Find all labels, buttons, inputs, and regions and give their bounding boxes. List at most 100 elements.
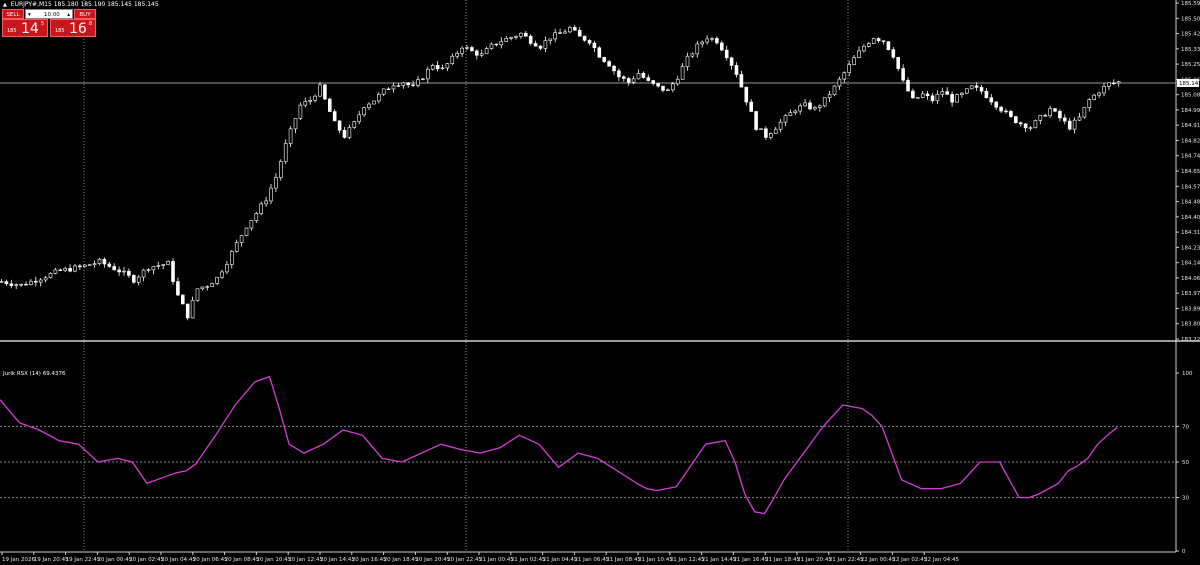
candle-body	[563, 31, 567, 34]
candle-body	[999, 106, 1003, 112]
candle-body	[822, 97, 827, 107]
candle-body	[793, 110, 798, 113]
candle-body	[724, 49, 729, 59]
time-tick-label: 20 Jan 10:45	[256, 557, 291, 563]
candle-body	[837, 78, 842, 87]
sell-button[interactable]: SELL	[2, 9, 24, 19]
candle-body	[1112, 82, 1116, 84]
candle-body	[53, 269, 58, 274]
price-tick-label: 185.590	[1181, 1, 1200, 7]
candle-body	[1087, 99, 1092, 108]
candle-body	[73, 265, 77, 272]
candle-body	[1063, 117, 1067, 122]
price-tick-label: 184.400	[1181, 215, 1200, 221]
candle-body	[548, 38, 553, 42]
candle-body	[435, 64, 440, 69]
time-tick-label: 21 Jan 20:45	[797, 557, 832, 563]
candle-body	[1092, 94, 1096, 100]
rsx-indicator-label: Jurik RSX (14) 69.4376	[3, 371, 66, 377]
time-tick-label: 19 Jan 20:45	[34, 557, 69, 563]
candle-body	[29, 280, 33, 286]
lot-size-field[interactable]: ▾ 10.00 ▴	[25, 9, 73, 19]
time-tick-label: 20 Jan 16:45	[352, 557, 387, 563]
candle-body	[425, 68, 430, 80]
candle-body	[205, 286, 210, 288]
candle-body	[102, 258, 107, 265]
candle-body	[33, 280, 38, 283]
candle-body	[430, 64, 435, 70]
candle-body	[455, 52, 460, 57]
candle-body	[1033, 120, 1038, 129]
candle-body	[1116, 81, 1121, 84]
rsx-line	[0, 375, 1118, 515]
candle-body	[817, 105, 822, 108]
dropdown-triangle-icon[interactable]: ▲	[3, 2, 7, 8]
candle-body	[1023, 123, 1028, 129]
candle-body	[225, 264, 229, 273]
candle-body	[489, 43, 494, 49]
candle-body	[911, 90, 915, 99]
candle-body	[274, 177, 278, 189]
candle-body	[729, 57, 734, 66]
candle-body	[538, 45, 543, 49]
candle-body	[146, 269, 151, 271]
candle-body	[112, 266, 116, 271]
candle-body	[347, 127, 352, 138]
candle-body	[396, 85, 401, 87]
candle-body	[58, 269, 63, 272]
candle-body	[739, 74, 744, 88]
candle-body	[612, 65, 616, 72]
time-tick-label: 21 Jan 10:45	[638, 557, 673, 563]
candle-body	[132, 275, 136, 283]
candle-body	[1018, 122, 1023, 125]
candle-body	[9, 283, 14, 286]
time-tick-label: 20 Jan 06:45	[193, 557, 228, 563]
candle-body	[4, 281, 9, 285]
sell-price-box[interactable]: 185 14 5	[2, 19, 48, 37]
time-tick-label: 20 Jan 22:45	[447, 557, 482, 563]
candle-body	[372, 100, 376, 105]
candle-body	[832, 85, 837, 96]
candle-body	[533, 43, 538, 47]
candle-body	[210, 283, 214, 287]
time-tick-label: 22 Jan 02:45	[892, 557, 927, 563]
candle-body	[259, 203, 264, 214]
rsx-tick-label: 50	[1182, 460, 1189, 466]
time-tick-label: 21 Jan 18:45	[765, 557, 800, 563]
price-tick-label: 183.720	[1181, 337, 1200, 343]
price-tick-label: 184.740	[1181, 154, 1200, 160]
candle-body	[592, 42, 597, 49]
candle-body	[670, 83, 675, 91]
candle-body	[896, 56, 901, 69]
candle-body	[974, 85, 979, 88]
candle-body	[798, 105, 803, 112]
candle-body	[685, 55, 690, 67]
candle-body	[376, 93, 381, 102]
candle-body	[83, 264, 87, 267]
buy-price-box[interactable]: 185 16 8	[50, 19, 96, 37]
price-tick-label: 185.420	[1181, 32, 1200, 38]
candle-body	[308, 100, 313, 102]
time-tick-label: 21 Jan 08:45	[606, 557, 641, 563]
candle-body	[960, 92, 964, 96]
candle-body	[244, 227, 249, 236]
candle-body	[764, 128, 768, 138]
candle-body	[597, 47, 602, 58]
buy-button[interactable]: BUY	[74, 9, 96, 19]
candle-body	[450, 55, 455, 64]
candle-body	[509, 37, 513, 39]
chart-canvas: 185.590 185.505 185.420 185.335 185.250 185.1…	[0, 0, 1200, 563]
candle-body	[661, 85, 665, 91]
time-tick-label: 21 Jan 22:45	[829, 557, 864, 563]
candle-body	[710, 38, 714, 40]
candle-body	[602, 57, 607, 62]
price-tick-label: 184.910	[1181, 123, 1200, 129]
price-tick-label: 184.995	[1181, 108, 1200, 114]
candle-body	[78, 265, 82, 268]
candle-body	[156, 265, 161, 267]
candle-body	[1004, 110, 1008, 113]
candle-body	[470, 47, 474, 52]
candle-body	[445, 63, 450, 69]
candle-body	[773, 128, 778, 134]
candle-body	[342, 129, 347, 138]
